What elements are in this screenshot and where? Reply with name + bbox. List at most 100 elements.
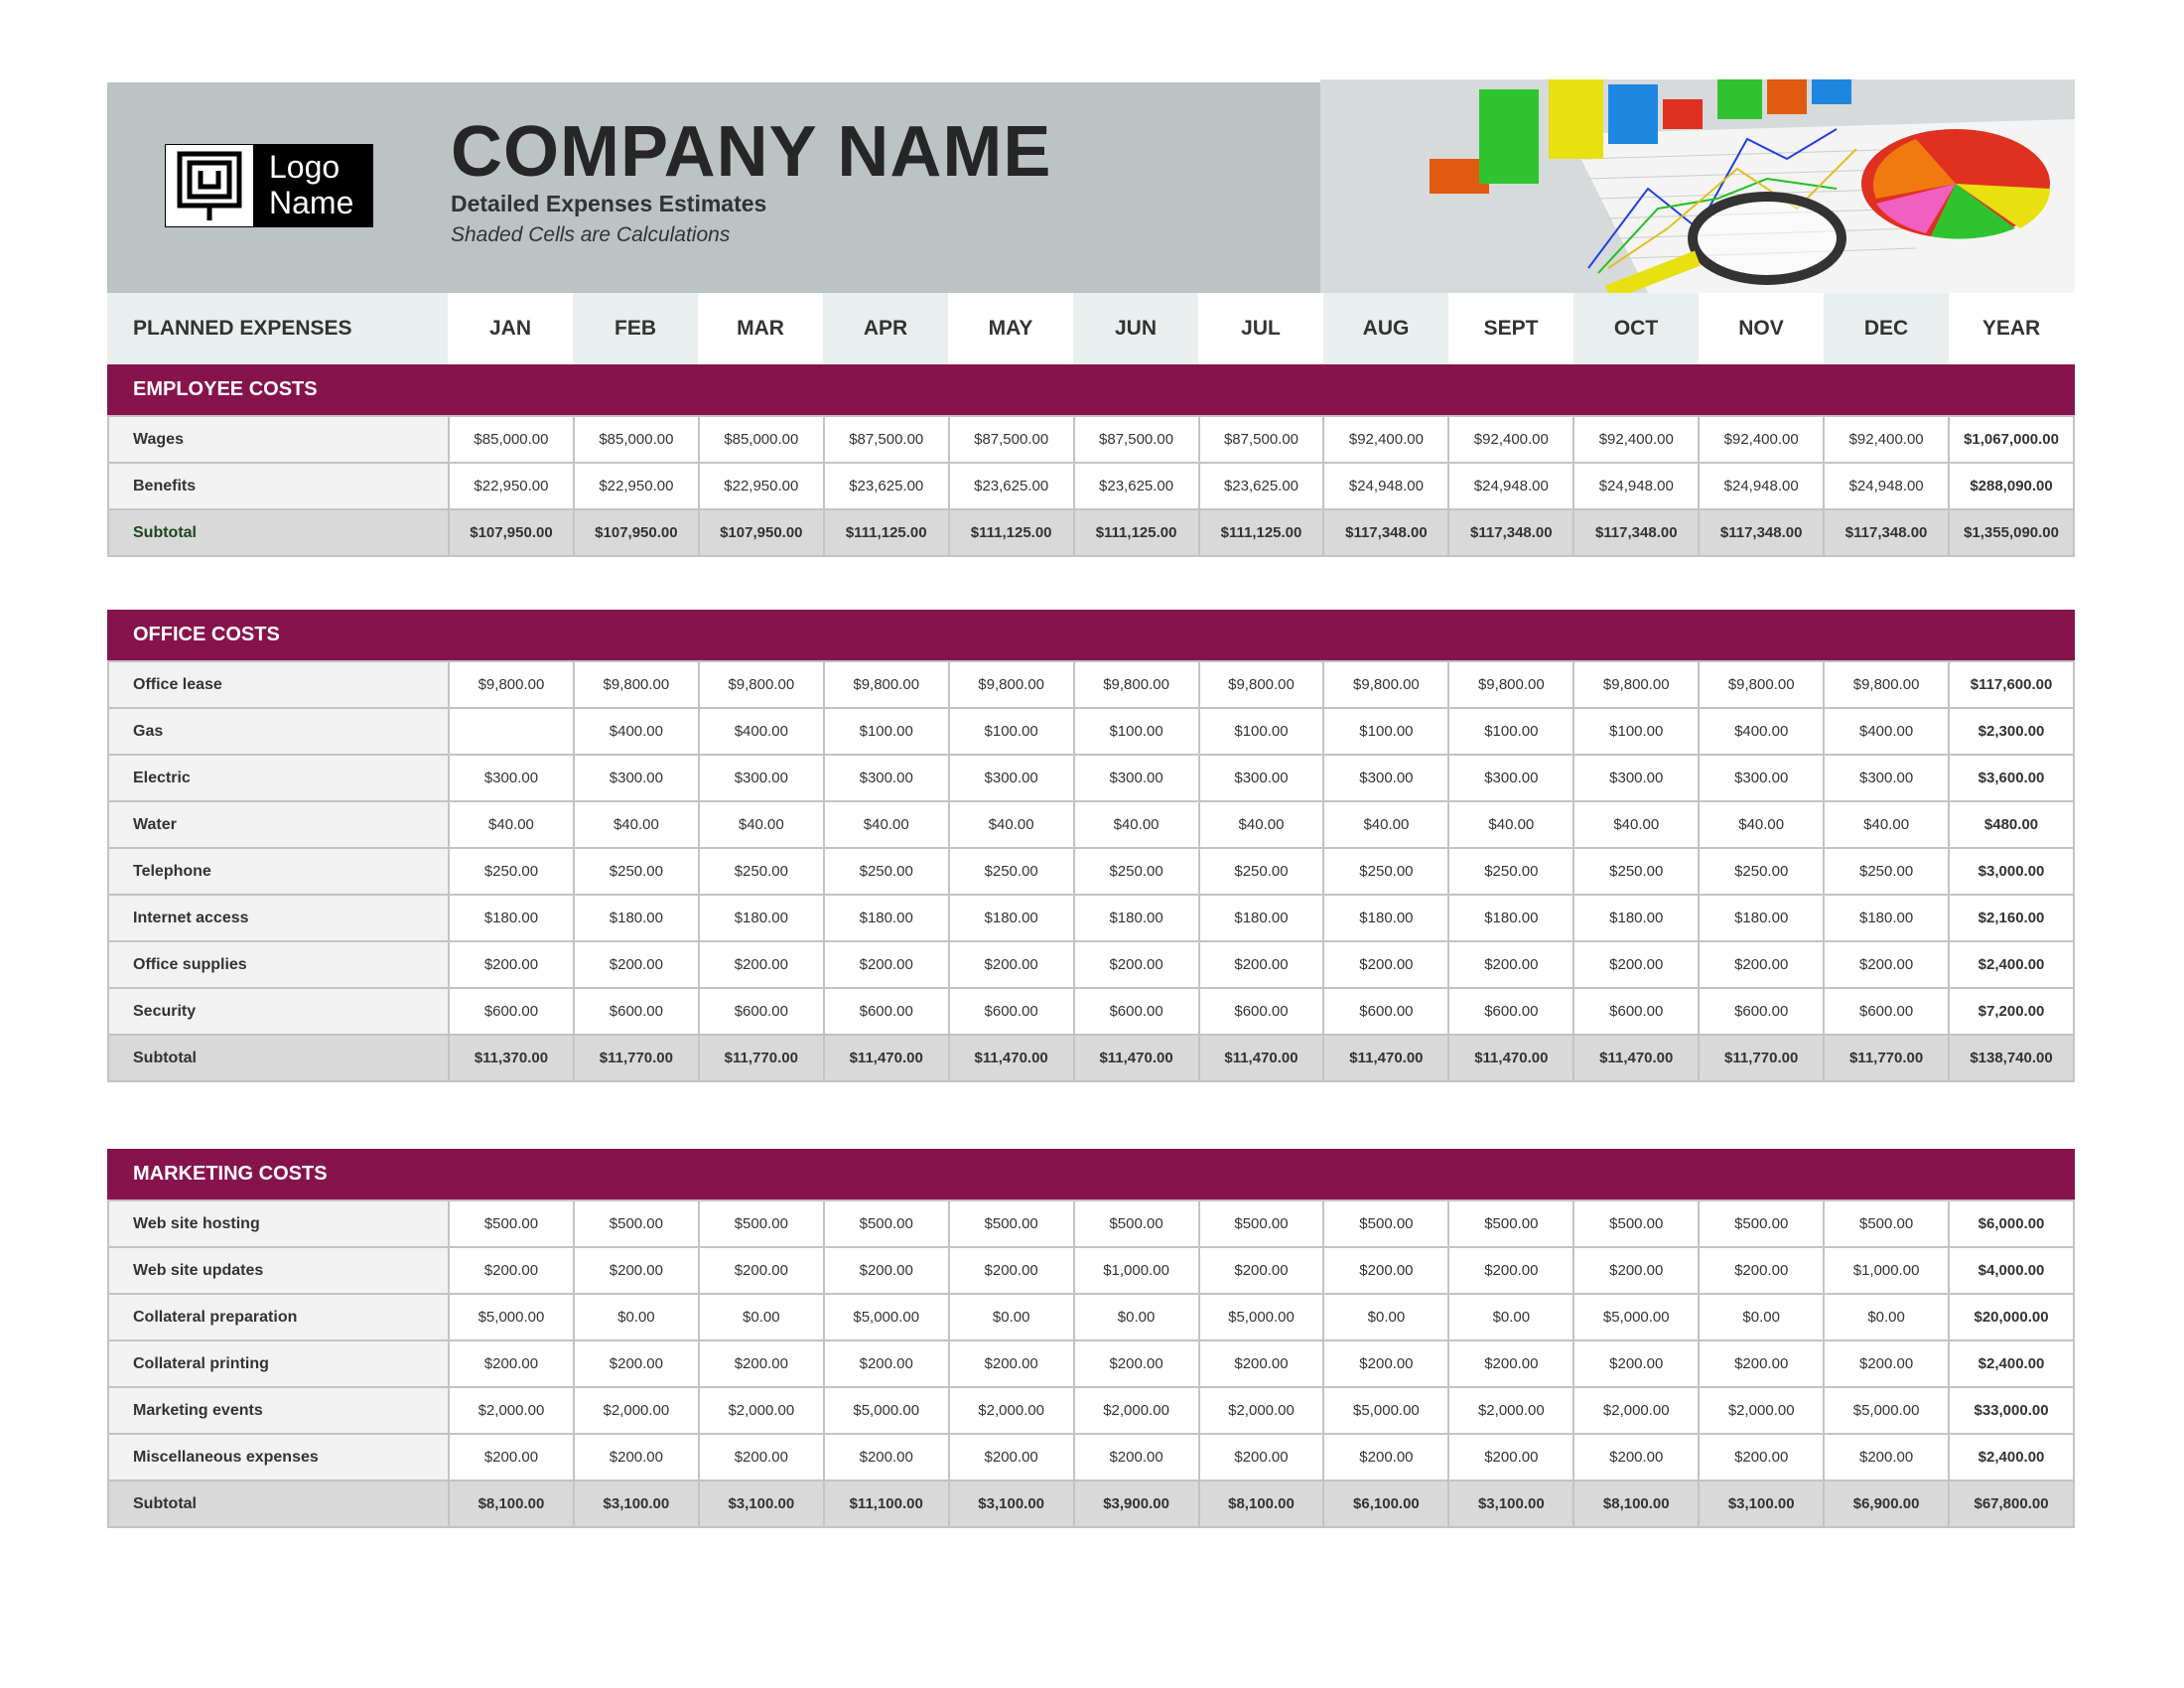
- amount-cell[interactable]: $5,000.00: [822, 1293, 950, 1341]
- amount-cell[interactable]: $300.00: [697, 754, 825, 802]
- amount-cell[interactable]: [448, 707, 575, 756]
- amount-cell[interactable]: $5,000.00: [1197, 1293, 1325, 1341]
- amount-cell[interactable]: $600.00: [1322, 987, 1450, 1036]
- year-total-cell[interactable]: $7,200.00: [1948, 987, 2075, 1036]
- amount-cell[interactable]: $200.00: [1447, 1246, 1575, 1295]
- amount-cell[interactable]: $200.00: [822, 1433, 950, 1481]
- amount-cell[interactable]: $11,470.00: [947, 1034, 1075, 1082]
- amount-cell[interactable]: $300.00: [1322, 754, 1450, 802]
- amount-cell[interactable]: $500.00: [1197, 1199, 1325, 1248]
- amount-cell[interactable]: $600.00: [947, 987, 1075, 1036]
- amount-cell[interactable]: $100.00: [1322, 707, 1450, 756]
- amount-cell[interactable]: $2,000.00: [572, 1386, 700, 1435]
- amount-cell[interactable]: $100.00: [947, 707, 1075, 756]
- amount-cell[interactable]: $92,400.00: [1698, 415, 1826, 464]
- amount-cell[interactable]: $92,400.00: [1572, 415, 1701, 464]
- amount-cell[interactable]: $600.00: [572, 987, 700, 1036]
- amount-cell[interactable]: $200.00: [448, 940, 575, 989]
- amount-cell[interactable]: $300.00: [1823, 754, 1951, 802]
- amount-cell[interactable]: $500.00: [1072, 1199, 1200, 1248]
- amount-cell[interactable]: $24,948.00: [1322, 462, 1450, 510]
- amount-cell[interactable]: $200.00: [1197, 1433, 1325, 1481]
- amount-cell[interactable]: $9,800.00: [947, 660, 1075, 709]
- amount-cell[interactable]: $600.00: [1197, 987, 1325, 1036]
- year-total-cell[interactable]: $117,600.00: [1948, 660, 2075, 709]
- amount-cell[interactable]: $200.00: [448, 1339, 575, 1388]
- amount-cell[interactable]: $92,400.00: [1447, 415, 1575, 464]
- amount-cell[interactable]: $100.00: [1447, 707, 1575, 756]
- amount-cell[interactable]: $250.00: [1072, 847, 1200, 896]
- amount-cell[interactable]: $23,625.00: [947, 462, 1075, 510]
- amount-cell[interactable]: $2,000.00: [1572, 1386, 1701, 1435]
- amount-cell[interactable]: $180.00: [697, 894, 825, 942]
- amount-cell[interactable]: $40.00: [448, 800, 575, 849]
- amount-cell[interactable]: $3,100.00: [572, 1479, 700, 1528]
- amount-cell[interactable]: $200.00: [697, 1246, 825, 1295]
- amount-cell[interactable]: $200.00: [1823, 940, 1951, 989]
- amount-cell[interactable]: $2,000.00: [1197, 1386, 1325, 1435]
- amount-cell[interactable]: $3,100.00: [947, 1479, 1075, 1528]
- amount-cell[interactable]: $200.00: [1197, 940, 1325, 989]
- amount-cell[interactable]: $180.00: [1197, 894, 1325, 942]
- amount-cell[interactable]: $2,000.00: [1447, 1386, 1575, 1435]
- amount-cell[interactable]: $180.00: [448, 894, 575, 942]
- amount-cell[interactable]: $6,100.00: [1322, 1479, 1450, 1528]
- amount-cell[interactable]: $0.00: [1322, 1293, 1450, 1341]
- amount-cell[interactable]: $200.00: [572, 1433, 700, 1481]
- amount-cell[interactable]: $200.00: [572, 1246, 700, 1295]
- year-total-cell[interactable]: $2,300.00: [1948, 707, 2075, 756]
- amount-cell[interactable]: $2,000.00: [697, 1386, 825, 1435]
- amount-cell[interactable]: $40.00: [1823, 800, 1951, 849]
- amount-cell[interactable]: $107,950.00: [697, 508, 825, 557]
- amount-cell[interactable]: $111,125.00: [947, 508, 1075, 557]
- amount-cell[interactable]: $180.00: [822, 894, 950, 942]
- amount-cell[interactable]: $40.00: [1698, 800, 1826, 849]
- year-total-cell[interactable]: $2,400.00: [1948, 940, 2075, 989]
- amount-cell[interactable]: $2,000.00: [448, 1386, 575, 1435]
- amount-cell[interactable]: $117,348.00: [1698, 508, 1826, 557]
- amount-cell[interactable]: $200.00: [1447, 1433, 1575, 1481]
- amount-cell[interactable]: $250.00: [1823, 847, 1951, 896]
- amount-cell[interactable]: $200.00: [947, 1433, 1075, 1481]
- amount-cell[interactable]: $9,800.00: [1447, 660, 1575, 709]
- year-total-cell[interactable]: $33,000.00: [1948, 1386, 2075, 1435]
- amount-cell[interactable]: $23,625.00: [1197, 462, 1325, 510]
- amount-cell[interactable]: $600.00: [1072, 987, 1200, 1036]
- amount-cell[interactable]: $200.00: [1698, 1433, 1826, 1481]
- amount-cell[interactable]: $250.00: [448, 847, 575, 896]
- amount-cell[interactable]: $300.00: [1197, 754, 1325, 802]
- amount-cell[interactable]: $87,500.00: [1197, 415, 1325, 464]
- amount-cell[interactable]: $85,000.00: [572, 415, 700, 464]
- amount-cell[interactable]: $11,770.00: [697, 1034, 825, 1082]
- amount-cell[interactable]: $9,800.00: [822, 660, 950, 709]
- amount-cell[interactable]: $500.00: [1698, 1199, 1826, 1248]
- amount-cell[interactable]: $500.00: [822, 1199, 950, 1248]
- amount-cell[interactable]: $180.00: [572, 894, 700, 942]
- year-total-cell[interactable]: $4,000.00: [1948, 1246, 2075, 1295]
- amount-cell[interactable]: $200.00: [947, 940, 1075, 989]
- amount-cell[interactable]: $117,348.00: [1447, 508, 1575, 557]
- amount-cell[interactable]: $600.00: [448, 987, 575, 1036]
- amount-cell[interactable]: $300.00: [1572, 754, 1701, 802]
- amount-cell[interactable]: $117,348.00: [1322, 508, 1450, 557]
- amount-cell[interactable]: $500.00: [572, 1199, 700, 1248]
- year-total-cell[interactable]: $20,000.00: [1948, 1293, 2075, 1341]
- amount-cell[interactable]: $9,800.00: [572, 660, 700, 709]
- amount-cell[interactable]: $40.00: [1447, 800, 1575, 849]
- amount-cell[interactable]: $500.00: [947, 1199, 1075, 1248]
- amount-cell[interactable]: $300.00: [1072, 754, 1200, 802]
- amount-cell[interactable]: $40.00: [822, 800, 950, 849]
- amount-cell[interactable]: $300.00: [448, 754, 575, 802]
- amount-cell[interactable]: $3,100.00: [697, 1479, 825, 1528]
- amount-cell[interactable]: $200.00: [1072, 1433, 1200, 1481]
- amount-cell[interactable]: $40.00: [1572, 800, 1701, 849]
- amount-cell[interactable]: $40.00: [1322, 800, 1450, 849]
- amount-cell[interactable]: $117,348.00: [1572, 508, 1701, 557]
- amount-cell[interactable]: $600.00: [1823, 987, 1951, 1036]
- year-total-cell[interactable]: $3,600.00: [1948, 754, 2075, 802]
- amount-cell[interactable]: $107,950.00: [572, 508, 700, 557]
- amount-cell[interactable]: $180.00: [1698, 894, 1826, 942]
- amount-cell[interactable]: $8,100.00: [448, 1479, 575, 1528]
- amount-cell[interactable]: $180.00: [947, 894, 1075, 942]
- year-total-cell[interactable]: $2,400.00: [1948, 1433, 2075, 1481]
